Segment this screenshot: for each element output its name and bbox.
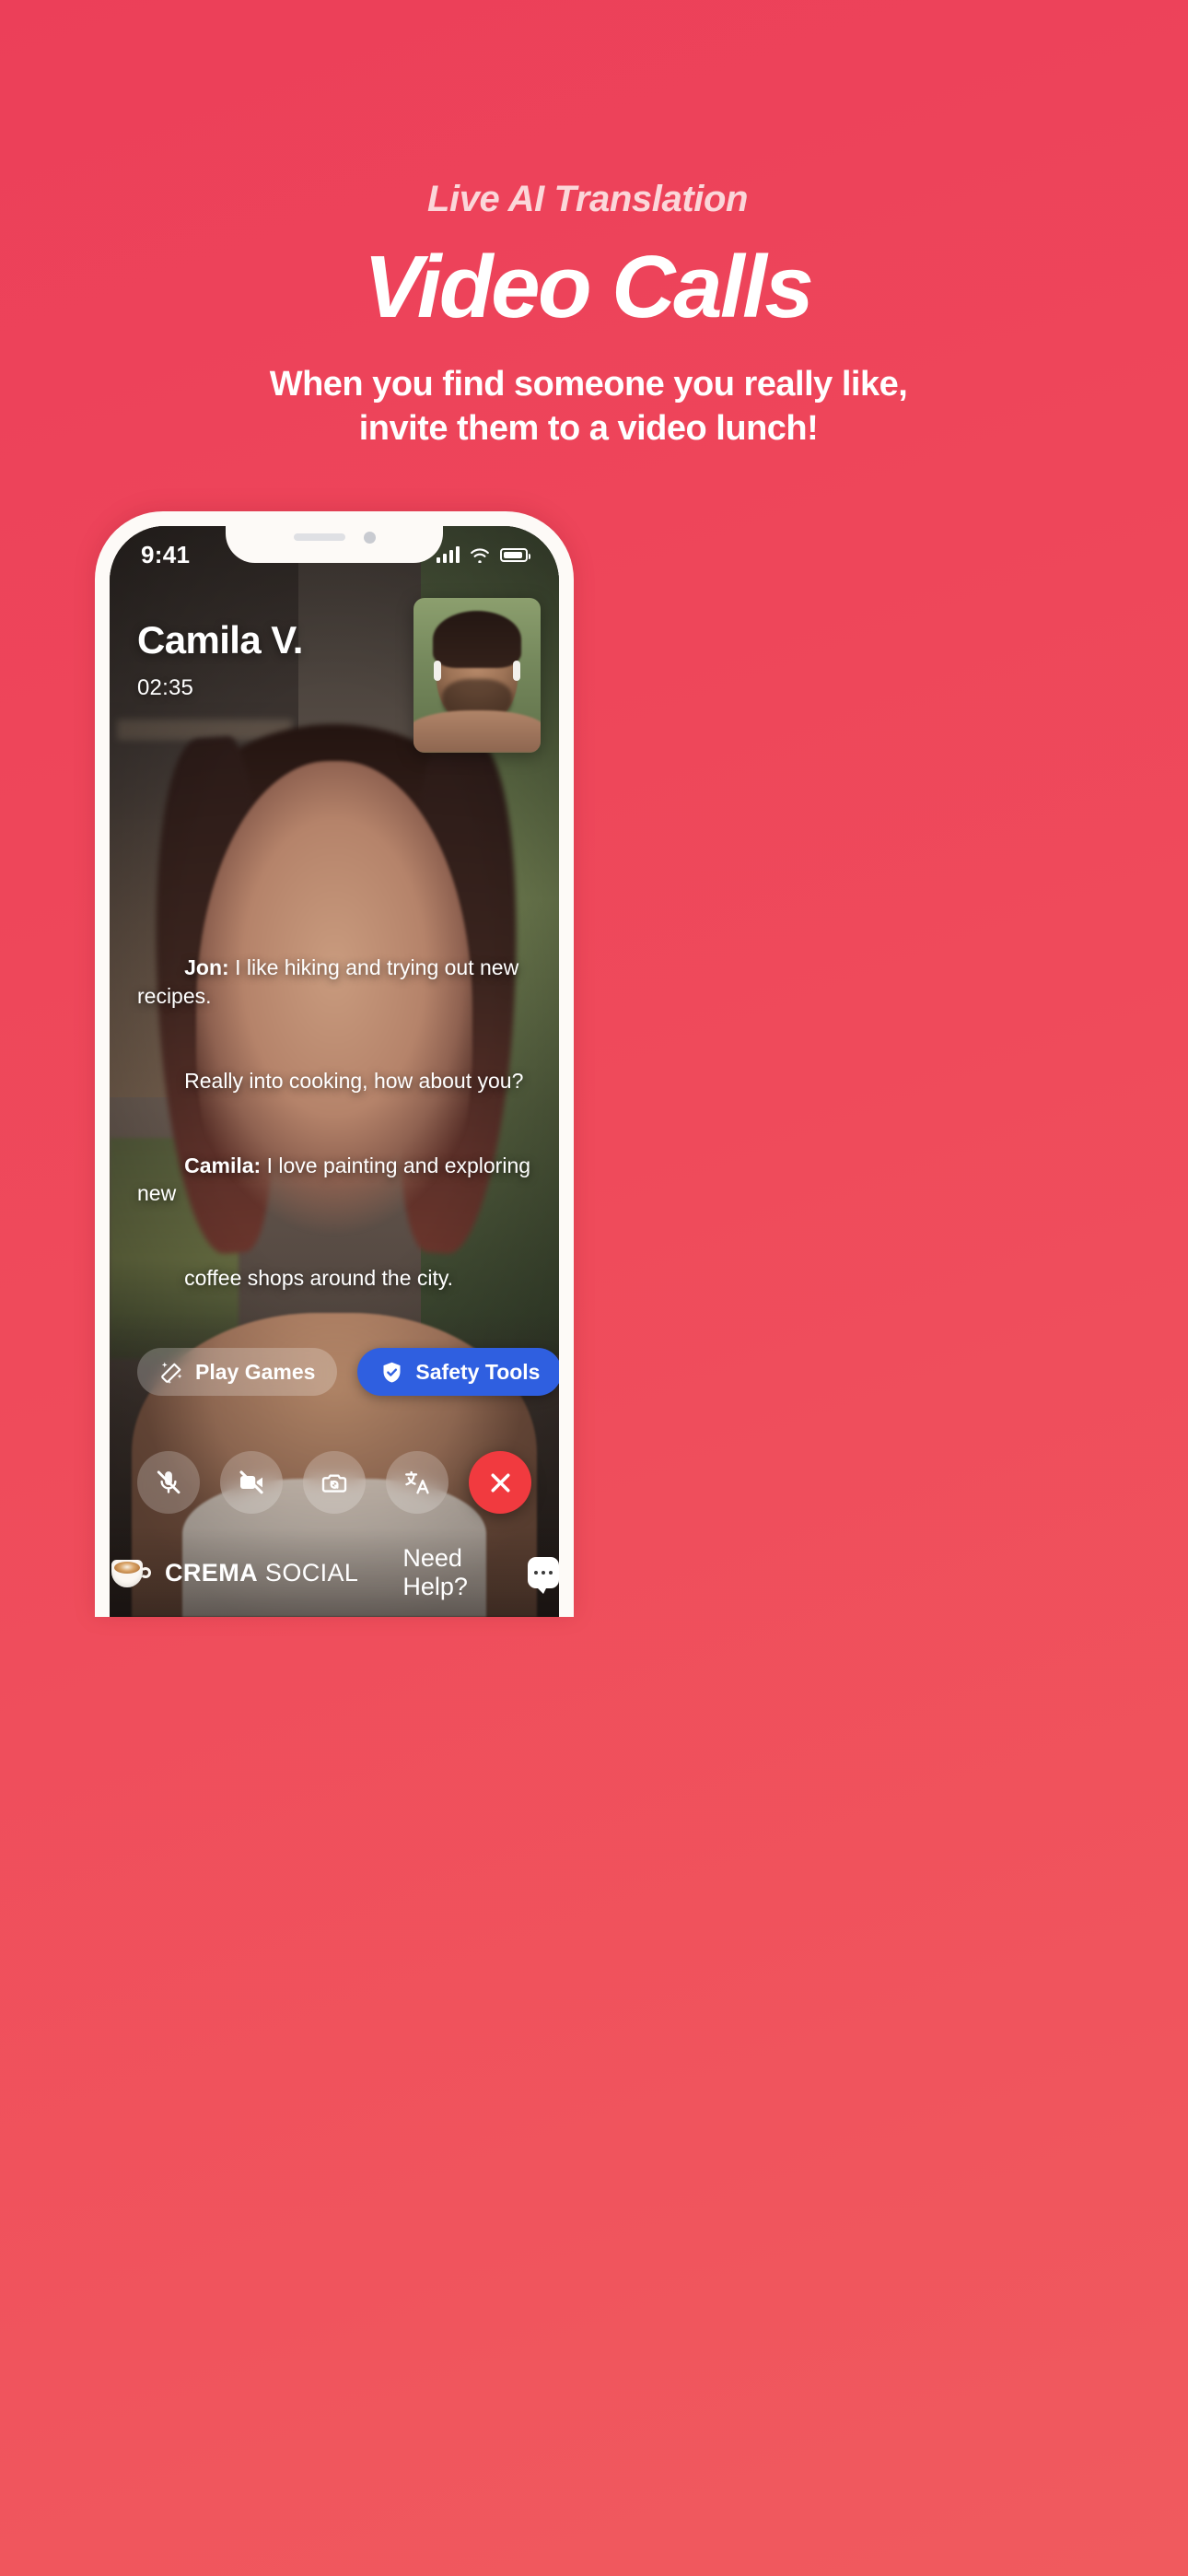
phone-screen: 9:41 Camila V. 02:35 Jon: I like hiking … (110, 526, 559, 1617)
battery-icon (500, 547, 530, 562)
caption-text: coffee shops around the city. (184, 1265, 454, 1290)
promo-headline-block: Live AI Translation Video Calls When you… (0, 0, 1188, 451)
call-header: Camila V. 02:35 (137, 618, 303, 701)
wifi-icon (471, 548, 489, 563)
safety-tools-label: Safety Tools (415, 1359, 541, 1384)
chat-bubble-icon (527, 1557, 559, 1594)
caption-line: Jon: I like hiking and trying out new re… (137, 926, 533, 1038)
play-games-button[interactable]: Play Games (137, 1348, 338, 1396)
flip-camera-button[interactable] (303, 1451, 366, 1514)
caption-text: Really into cooking, how about you? (184, 1068, 524, 1093)
front-camera-icon (363, 531, 376, 544)
headline-eyebrow: Live AI Translation (426, 179, 749, 219)
caption-line: Camila: I love painting and exploring ne… (137, 1123, 533, 1235)
microphone-muted-icon (157, 1470, 181, 1494)
need-help-label: Need Help? (402, 1544, 468, 1600)
subtitle-line-1: When you find someone you really like, (269, 364, 908, 404)
video-camera-off-icon (239, 1470, 263, 1494)
translate-button[interactable] (386, 1451, 448, 1514)
call-timer: 02:35 (137, 675, 194, 700)
coffee-cup-icon (110, 1554, 152, 1591)
close-x-icon (490, 1472, 510, 1493)
play-games-label: Play Games (195, 1359, 316, 1384)
headline-subtitle: When you find someone you really like, i… (0, 362, 1188, 451)
shield-check-icon (383, 1362, 401, 1383)
brand-name: CREMA SOCIAL (165, 1559, 358, 1587)
brand-name-light: SOCIAL (264, 1558, 359, 1587)
need-help-button[interactable]: Need Help? (402, 1544, 559, 1601)
brand-name-bold: CREMA (165, 1558, 258, 1587)
call-control-bar (110, 1451, 559, 1514)
live-translation-captions: Jon: I like hiking and trying out new re… (137, 926, 533, 1320)
page-title: Video Calls (363, 238, 814, 336)
stop-video-button[interactable] (220, 1451, 283, 1514)
status-bar-clock: 9:41 (141, 540, 191, 568)
caption-speaker: Camila: (184, 1153, 262, 1177)
call-action-pills: Play Games Safety Tools (137, 1348, 559, 1396)
translate-icon (405, 1470, 429, 1494)
camera-flip-icon (321, 1474, 347, 1493)
mute-microphone-button[interactable] (137, 1451, 200, 1514)
app-footer: CREMA SOCIAL Need Help? (110, 1528, 559, 1617)
end-call-button[interactable] (469, 1451, 531, 1514)
subtitle-line-2: invite them to a video lunch! (358, 409, 819, 449)
caption-line: coffee shops around the city. (137, 1235, 533, 1320)
caller-name: Camila V. (137, 618, 303, 662)
caption-line: Really into cooking, how about you? (137, 1038, 533, 1123)
signal-bars-icon (437, 546, 460, 563)
phone-notch (226, 526, 443, 563)
brand-logo: CREMA SOCIAL (110, 1554, 358, 1591)
caption-speaker: Jon: (184, 955, 229, 980)
magic-wand-icon (161, 1361, 182, 1384)
safety-tools-button[interactable]: Safety Tools (357, 1348, 559, 1396)
self-video-preview[interactable] (413, 598, 541, 753)
phone-mockup: 9:41 Camila V. 02:35 Jon: I like hiking … (95, 511, 574, 1617)
earpiece-speaker-icon (293, 533, 345, 541)
